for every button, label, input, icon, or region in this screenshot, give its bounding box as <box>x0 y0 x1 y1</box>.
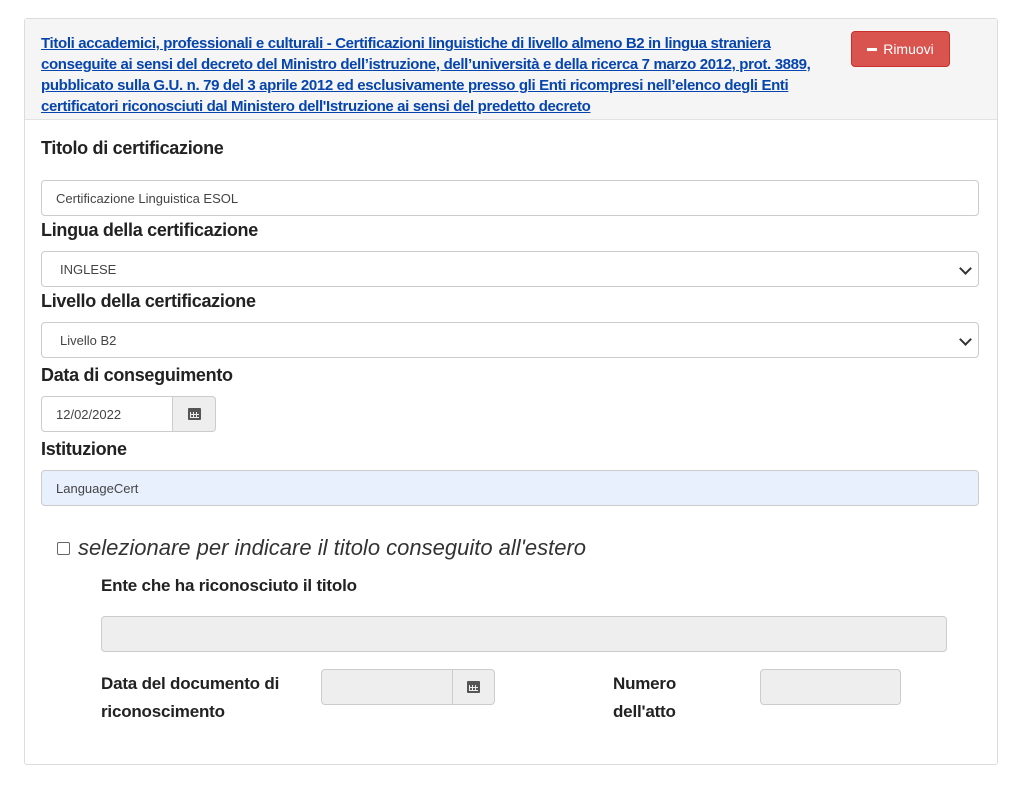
istituzione-input-value: LanguageCert <box>56 480 139 496</box>
remove-button[interactable]: Rimuovi <box>851 31 950 67</box>
istituzione-input[interactable]: LanguageCert <box>41 470 979 506</box>
istituzione-label: Istituzione <box>41 439 127 459</box>
lingua-select[interactable]: INGLESE <box>41 251 979 287</box>
data-conseguimento-label: Data di conseguimento <box>41 365 233 385</box>
calendar-icon <box>467 681 480 693</box>
livello-label: Livello della certificazione <box>41 291 256 311</box>
livello-select[interactable]: Livello B2 <box>41 322 979 358</box>
lingua-label: Lingua della certificazione <box>41 220 258 240</box>
data-documento-label-line1: Data del documento di <box>101 674 280 693</box>
calendar-icon <box>187 408 201 420</box>
numero-atto-label-line1: Numero <box>613 674 677 693</box>
titolo-input[interactable]: Certificazione Linguistica ESOL <box>41 180 979 216</box>
ente-input[interactable] <box>101 616 947 652</box>
certification-title-link[interactable]: Titoli accademici, professionali e cultu… <box>41 33 831 117</box>
data-documento-label-line2: riconoscimento <box>101 702 225 721</box>
calendar-button[interactable] <box>173 396 216 432</box>
estero-checkbox[interactable] <box>57 541 70 555</box>
chevron-down-icon <box>959 333 972 346</box>
estero-checkbox-label: selezionare per indicare il titolo conse… <box>78 535 587 560</box>
data-conseguimento-value: 12/02/2022 <box>56 406 122 422</box>
data-documento-label: Data del documento di riconoscimento <box>101 670 279 726</box>
certification-panel: Titoli accademici, professionali e cultu… <box>24 18 998 765</box>
data-conseguimento-input[interactable]: 12/02/2022 <box>41 396 173 432</box>
numero-atto-label: Numero dell'atto <box>613 670 676 726</box>
numero-atto-input[interactable] <box>760 669 901 705</box>
data-documento-input[interactable] <box>321 669 453 705</box>
titolo-label: Titolo di certificazione <box>41 138 224 158</box>
estero-checkbox-row[interactable]: selezionare per indicare il titolo conse… <box>57 535 586 561</box>
numero-atto-label-line2: dell'atto <box>613 702 676 721</box>
minus-icon <box>867 47 878 51</box>
remove-button-label: Rimuovi <box>883 41 934 57</box>
livello-select-value: Livello B2 <box>60 332 117 348</box>
titolo-input-value: Certificazione Linguistica ESOL <box>56 190 239 206</box>
ente-label: Ente che ha riconosciuto il titolo <box>101 576 357 595</box>
chevron-down-icon <box>959 262 972 275</box>
lingua-select-value: INGLESE <box>60 261 117 277</box>
panel-header: Titoli accademici, professionali e cultu… <box>25 19 997 120</box>
calendar-button-documento[interactable] <box>453 669 495 705</box>
